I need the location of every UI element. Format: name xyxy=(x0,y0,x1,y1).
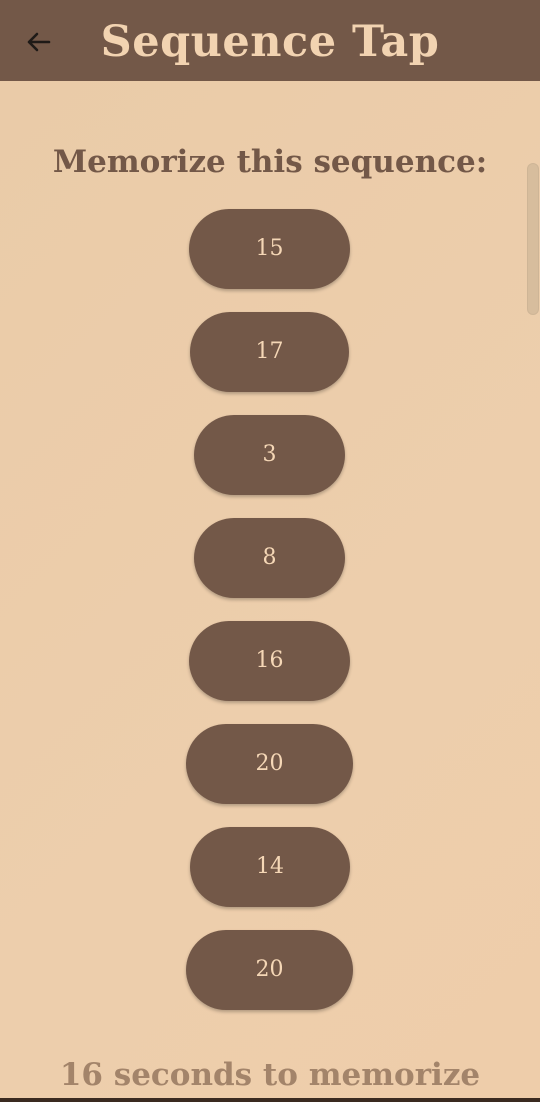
memorize-prompt: Memorize this sequence: xyxy=(52,144,488,180)
bottom-divider xyxy=(0,1098,540,1102)
sequence-number-chip[interactable]: 14 xyxy=(190,827,350,907)
sequence-number-chip[interactable]: 17 xyxy=(190,312,349,392)
app-bar: Sequence Tap xyxy=(0,0,540,81)
scrollbar[interactable] xyxy=(527,163,539,315)
sequence-number-chip[interactable]: 8 xyxy=(194,518,345,598)
sequence-number-chip[interactable]: 20 xyxy=(186,930,353,1010)
sequence-number-chip[interactable]: 20 xyxy=(186,724,353,804)
page-title: Sequence Tap xyxy=(100,17,440,67)
countdown-text: 16 seconds to memorize xyxy=(59,1057,481,1093)
sequence-number-chip[interactable]: 16 xyxy=(189,621,350,701)
sequence-number-chip[interactable]: 3 xyxy=(194,415,345,495)
sequence-number-chip[interactable]: 15 xyxy=(189,209,350,289)
